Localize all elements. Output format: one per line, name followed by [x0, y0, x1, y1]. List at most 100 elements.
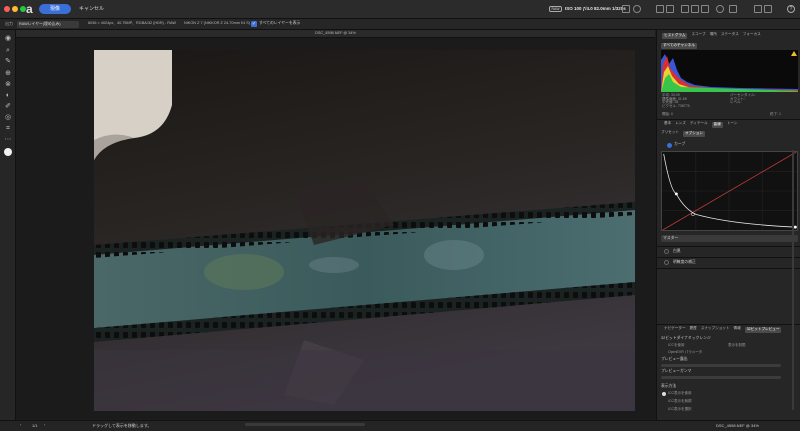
- preview-heading: 32ビットダイナミックレンジ: [661, 336, 711, 340]
- preview-gamma-slider[interactable]: [661, 376, 781, 379]
- tab-options[interactable]: オプション: [682, 131, 705, 137]
- raw-badge: RAW: [549, 6, 562, 12]
- tab-basic[interactable]: 基本: [664, 121, 671, 128]
- status-filename: DSC_4598.NEF @ 34%: [716, 423, 759, 428]
- output-label: 出力: [5, 21, 13, 26]
- tab-curves[interactable]: 曲線: [711, 122, 723, 128]
- clarity-toggle[interactable]: [664, 260, 669, 265]
- preview-option-exr[interactable]: OpenEXR パラメータ: [668, 350, 702, 355]
- tab-histogram[interactable]: ヒストグラム: [662, 33, 688, 39]
- curve-editor[interactable]: [661, 151, 798, 231]
- tab-tone[interactable]: トーン: [727, 121, 738, 128]
- mirror-view-icon[interactable]: [666, 5, 674, 13]
- page-indicator: 1/1: [32, 423, 38, 428]
- gradient-tool-icon[interactable]: ◎: [3, 114, 13, 122]
- rotate-icon[interactable]: [716, 5, 724, 13]
- redeye-tool-icon[interactable]: ✎: [3, 58, 13, 66]
- preview-exposure-label: プレビュー露出: [661, 357, 688, 361]
- range-from[interactable]: 開始: 0: [662, 112, 673, 117]
- help-icon[interactable]: ?: [787, 5, 795, 13]
- cancel-button[interactable]: キャンセル: [79, 7, 104, 12]
- app-logo-icon: a: [26, 2, 33, 16]
- preview-gamma-label: プレビューガンマ: [661, 369, 692, 373]
- title-bar: [0, 0, 800, 19]
- range-to[interactable]: 終了: 1: [770, 112, 781, 117]
- photo-image[interactable]: [94, 50, 635, 411]
- show-layers-label: すべてのレイヤーを表示: [259, 21, 301, 25]
- tab-scope[interactable]: スコープ: [691, 32, 705, 39]
- blemish-tool-icon[interactable]: ⊕: [3, 70, 13, 78]
- stat-pixels: ピクセル: 738775: [662, 103, 690, 108]
- page-next-icon[interactable]: ›: [44, 423, 45, 427]
- histogram-chart: [661, 50, 798, 92]
- tab-focus[interactable]: フォーカス: [743, 32, 761, 39]
- top-panel-tabs: ヒストグラム スコープ 場所 ステータス フォーカス: [662, 32, 761, 39]
- bw-toggle[interactable]: [664, 249, 669, 254]
- show-layers-checkbox[interactable]: ✓: [251, 21, 257, 27]
- canvas-scrollbar[interactable]: [245, 423, 365, 426]
- tab-info[interactable]: 情報: [734, 326, 741, 333]
- clarity-label: 明瞭度の補正: [673, 260, 696, 264]
- document-title: DSC_4598.NEF @ 34%: [315, 31, 356, 35]
- divider: [657, 119, 800, 120]
- tab-status[interactable]: ステータス: [721, 32, 739, 39]
- exif-info: ISO 100 ƒ/4.0 82.0mm 1/320s: [565, 6, 626, 11]
- crop-tool-icon[interactable]: ⌗: [3, 125, 13, 133]
- histogram-stats-right: パーセンタイル: カウント: レベル:: [730, 93, 755, 105]
- tab-presets[interactable]: プリセット: [661, 130, 679, 137]
- stat-level: レベル:: [730, 100, 742, 104]
- curve-label: カーブ: [674, 142, 686, 146]
- panel-right-icon[interactable]: [764, 5, 772, 13]
- histogram-stats-left: 平均: 33.09 標準偏差: 31.69 中央値: 28 ピクセル: 7387…: [662, 93, 690, 108]
- tab-navigator[interactable]: ナビゲーター: [664, 326, 686, 333]
- overlay-erase-tool-icon[interactable]: ✐: [3, 103, 13, 111]
- tab-detail[interactable]: ディテール: [690, 121, 708, 128]
- panel-left-icon[interactable]: [754, 5, 762, 13]
- assistant-icon[interactable]: [729, 5, 737, 13]
- view-tool-icon[interactable]: ◉: [3, 35, 13, 43]
- clipping-shadows-icon[interactable]: [681, 5, 689, 13]
- clipping-tones-icon[interactable]: [701, 5, 709, 13]
- display-option-1[interactable]: ICC表示を使用: [668, 391, 692, 396]
- section-tabs: 基本 レンズ ディテール 曲線 トーン: [664, 121, 738, 128]
- close-window-button[interactable]: [4, 6, 10, 12]
- curve-channel-select[interactable]: マスター: [661, 235, 798, 242]
- minimize-window-button[interactable]: [12, 6, 18, 12]
- bw-label: 白黒: [673, 249, 681, 253]
- display-radio-1[interactable]: [662, 392, 666, 396]
- split-view-icon[interactable]: [656, 5, 664, 13]
- preset-tabs: プリセット オプション: [661, 130, 705, 137]
- bottom-panel-tabs: ナビゲーター 履歴 スナップショット 情報 32ビットプレビュー: [664, 326, 782, 333]
- histogram-channel-select[interactable]: すべてのチャンネル: [661, 43, 697, 49]
- divider: [657, 324, 800, 325]
- tab-history[interactable]: 履歴: [690, 326, 697, 333]
- tab-location[interactable]: 場所: [710, 32, 717, 39]
- preview-exposure-slider[interactable]: [661, 364, 781, 367]
- clipping-highlights-icon[interactable]: [691, 5, 699, 13]
- display-option-2[interactable]: ICC表示を無視: [668, 399, 692, 404]
- curve-enable-toggle[interactable]: [667, 143, 672, 148]
- tab-32bit-preview[interactable]: 32ビットプレビュー: [744, 327, 782, 333]
- panel-scrollbar[interactable]: [792, 150, 794, 410]
- develop-button[interactable]: 現像: [39, 4, 71, 14]
- overlay-paint-tool-icon[interactable]: ◐: [3, 92, 13, 100]
- divider: [657, 246, 800, 247]
- divider: [657, 268, 800, 269]
- preview-option-limit[interactable]: 表示を制限: [728, 343, 746, 348]
- color-swatch-icon[interactable]: [4, 148, 12, 156]
- tab-lens[interactable]: レンズ: [675, 121, 686, 128]
- display-option-3[interactable]: ICC表示を選択: [668, 407, 692, 412]
- clone-tool-icon[interactable]: ⊗: [3, 81, 13, 89]
- page-prev-icon[interactable]: ‹: [20, 423, 21, 427]
- status-hint: ドラッグして表示を移動します。: [92, 423, 152, 428]
- view-mode-icon[interactable]: [622, 5, 630, 13]
- display-heading: 表示方法: [661, 384, 677, 388]
- output-select[interactable]: RAWレイヤー(埋め込み): [17, 21, 79, 28]
- preview-option-icc[interactable]: ICCを使用: [668, 343, 685, 348]
- divider: [657, 257, 800, 258]
- tab-snapshots[interactable]: スナップショット: [701, 326, 730, 333]
- zoom-tool-icon[interactable]: ⌕: [3, 47, 13, 55]
- more-tools-icon[interactable]: ⋯: [3, 136, 13, 144]
- lens-info: NIKON Z 7 (NIKKOR Z 24-70mm f/4 S): [184, 21, 251, 25]
- mask-icon[interactable]: [633, 5, 641, 13]
